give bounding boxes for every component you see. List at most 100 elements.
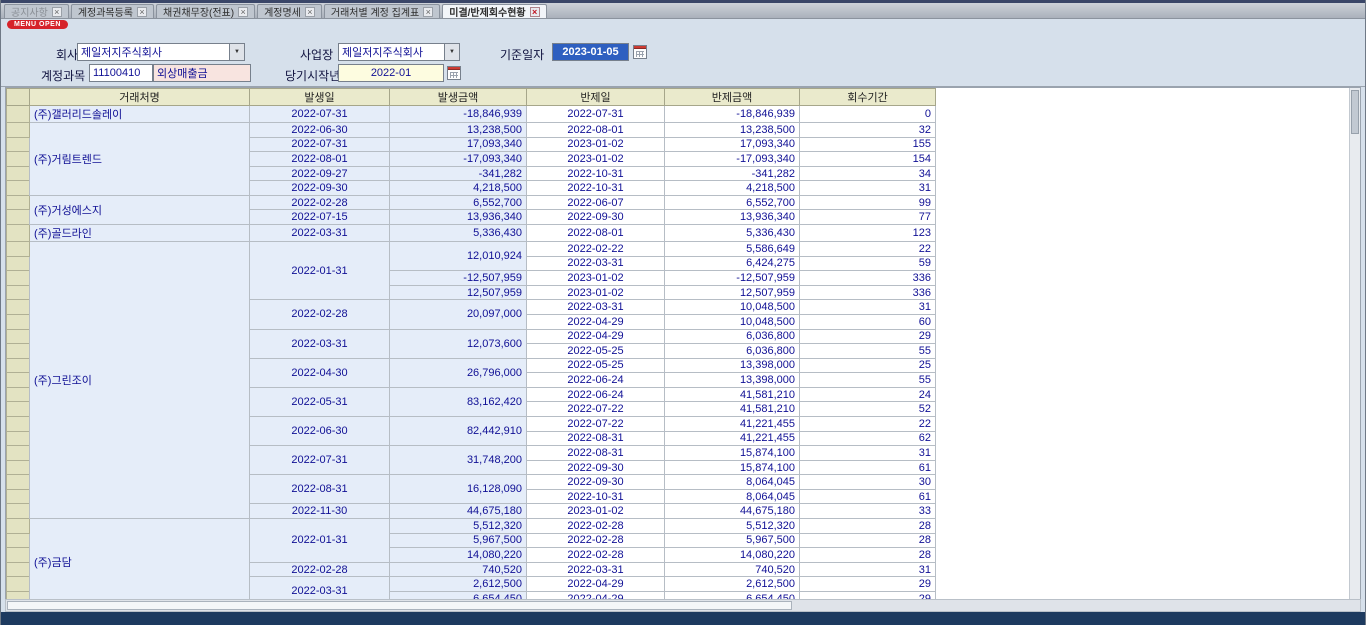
- occur-date-cell[interactable]: 2022-07-31: [250, 106, 390, 123]
- row-selector[interactable]: [7, 475, 30, 490]
- tab-close-icon[interactable]: ×: [238, 7, 248, 17]
- settle-date-cell[interactable]: 2022-04-29: [527, 577, 665, 592]
- settle-date-cell[interactable]: 2022-03-31: [527, 562, 665, 577]
- settle-amount-cell[interactable]: 15,874,100: [665, 460, 800, 475]
- collect-days-cell[interactable]: 31: [800, 562, 936, 577]
- occur-amount-cell[interactable]: 5,967,500: [390, 533, 527, 548]
- tab-1[interactable]: 공지사항×: [4, 4, 69, 18]
- row-selector[interactable]: [7, 137, 30, 152]
- collect-days-cell[interactable]: 22: [800, 242, 936, 257]
- settle-amount-cell[interactable]: 5,586,649: [665, 242, 800, 257]
- occur-amount-cell[interactable]: 31,748,200: [390, 446, 527, 475]
- settle-date-cell[interactable]: 2023-01-02: [527, 152, 665, 167]
- settle-amount-cell[interactable]: 10,048,500: [665, 314, 800, 329]
- occur-amount-cell[interactable]: 6,654,450: [390, 591, 527, 599]
- collect-days-cell[interactable]: 28: [800, 548, 936, 563]
- occur-amount-cell[interactable]: 16,128,090: [390, 475, 527, 504]
- settle-amount-cell[interactable]: 6,424,275: [665, 256, 800, 271]
- row-selector[interactable]: [7, 271, 30, 286]
- settle-amount-cell[interactable]: 41,221,455: [665, 416, 800, 431]
- row-selector[interactable]: [7, 446, 30, 461]
- settle-amount-cell[interactable]: 8,064,045: [665, 475, 800, 490]
- settle-date-cell[interactable]: 2022-10-31: [527, 181, 665, 196]
- row-selector[interactable]: [7, 242, 30, 257]
- settle-date-cell[interactable]: 2022-08-01: [527, 123, 665, 138]
- collect-days-cell[interactable]: 61: [800, 489, 936, 504]
- settle-date-cell[interactable]: 2023-01-02: [527, 137, 665, 152]
- row-selector[interactable]: [7, 591, 30, 599]
- settle-amount-cell[interactable]: 13,238,500: [665, 123, 800, 138]
- collect-days-cell[interactable]: 154: [800, 152, 936, 167]
- calendar-icon[interactable]: [447, 66, 461, 80]
- row-selector[interactable]: [7, 548, 30, 563]
- horizontal-scrollbar[interactable]: [5, 599, 1361, 612]
- occur-amount-cell[interactable]: 13,238,500: [390, 123, 527, 138]
- collect-days-cell[interactable]: 31: [800, 300, 936, 315]
- occur-amount-cell[interactable]: -341,282: [390, 166, 527, 181]
- row-selector[interactable]: [7, 344, 30, 359]
- occur-amount-cell[interactable]: -17,093,340: [390, 152, 527, 167]
- occur-date-cell[interactable]: 2022-04-30: [250, 358, 390, 387]
- row-selector[interactable]: [7, 460, 30, 475]
- settle-amount-cell[interactable]: -12,507,959: [665, 271, 800, 286]
- settle-amount-cell[interactable]: 6,036,800: [665, 329, 800, 344]
- row-selector[interactable]: [7, 195, 30, 210]
- tab-close-icon[interactable]: ×: [423, 7, 433, 17]
- occur-date-cell[interactable]: 2022-03-31: [250, 577, 390, 599]
- settle-amount-cell[interactable]: 41,221,455: [665, 431, 800, 446]
- settle-amount-cell[interactable]: 17,093,340: [665, 137, 800, 152]
- row-selector[interactable]: [7, 519, 30, 534]
- settle-amount-cell[interactable]: 740,520: [665, 562, 800, 577]
- settle-amount-cell[interactable]: 5,512,320: [665, 519, 800, 534]
- occur-date-cell[interactable]: 2022-02-28: [250, 300, 390, 329]
- occur-amount-cell[interactable]: 12,507,959: [390, 285, 527, 300]
- occur-date-cell[interactable]: 2022-07-31: [250, 446, 390, 475]
- settle-amount-cell[interactable]: 10,048,500: [665, 300, 800, 315]
- settle-date-cell[interactable]: 2022-05-25: [527, 344, 665, 359]
- occur-date-cell[interactable]: 2022-09-30: [250, 181, 390, 196]
- settle-amount-cell[interactable]: 41,581,210: [665, 402, 800, 417]
- occur-amount-cell[interactable]: 26,796,000: [390, 358, 527, 387]
- row-selector[interactable]: [7, 285, 30, 300]
- chevron-down-icon[interactable]: ▼: [444, 44, 459, 60]
- collect-days-cell[interactable]: 60: [800, 314, 936, 329]
- row-selector[interactable]: [7, 562, 30, 577]
- occur-amount-cell[interactable]: 83,162,420: [390, 387, 527, 416]
- settle-amount-cell[interactable]: -18,846,939: [665, 106, 800, 123]
- collect-days-cell[interactable]: 59: [800, 256, 936, 271]
- row-selector[interactable]: [7, 533, 30, 548]
- customer-cell[interactable]: (주)거성에스지: [30, 195, 250, 224]
- base-date-input[interactable]: [552, 43, 629, 61]
- occur-date-cell[interactable]: 2022-02-28: [250, 562, 390, 577]
- vertical-scrollbar[interactable]: [1349, 88, 1360, 599]
- occur-date-cell[interactable]: 2022-06-30: [250, 416, 390, 445]
- settle-date-cell[interactable]: 2022-02-28: [527, 519, 665, 534]
- occur-date-cell[interactable]: 2022-11-30: [250, 504, 390, 519]
- occur-date-cell[interactable]: 2022-08-31: [250, 475, 390, 504]
- row-selector[interactable]: [7, 210, 30, 225]
- collect-days-cell[interactable]: 123: [800, 225, 936, 242]
- row-selector[interactable]: [7, 314, 30, 329]
- grid-row[interactable]: (주)그린조이2022-01-3112,010,9242022-02-225,5…: [7, 242, 936, 257]
- settle-date-cell[interactable]: 2022-03-31: [527, 256, 665, 271]
- settle-amount-cell[interactable]: 14,080,220: [665, 548, 800, 563]
- row-selector[interactable]: [7, 256, 30, 271]
- settle-amount-cell[interactable]: 13,936,340: [665, 210, 800, 225]
- collect-days-cell[interactable]: 99: [800, 195, 936, 210]
- occur-amount-cell[interactable]: -18,846,939: [390, 106, 527, 123]
- occur-amount-cell[interactable]: 13,936,340: [390, 210, 527, 225]
- collect-days-cell[interactable]: 28: [800, 533, 936, 548]
- customer-cell[interactable]: (주)금담: [30, 519, 250, 599]
- settle-amount-cell[interactable]: 6,552,700: [665, 195, 800, 210]
- occur-amount-cell[interactable]: 14,080,220: [390, 548, 527, 563]
- settle-date-cell[interactable]: 2022-04-29: [527, 329, 665, 344]
- settle-amount-cell[interactable]: 15,874,100: [665, 446, 800, 461]
- settle-amount-cell[interactable]: 12,507,959: [665, 285, 800, 300]
- occur-amount-cell[interactable]: 4,218,500: [390, 181, 527, 196]
- settle-date-cell[interactable]: 2022-08-31: [527, 446, 665, 461]
- row-selector[interactable]: [7, 489, 30, 504]
- settle-date-cell[interactable]: 2023-01-02: [527, 504, 665, 519]
- collect-days-cell[interactable]: 52: [800, 402, 936, 417]
- grid-row[interactable]: (주)거림트렌드2022-06-3013,238,5002022-08-0113…: [7, 123, 936, 138]
- collect-days-cell[interactable]: 22: [800, 416, 936, 431]
